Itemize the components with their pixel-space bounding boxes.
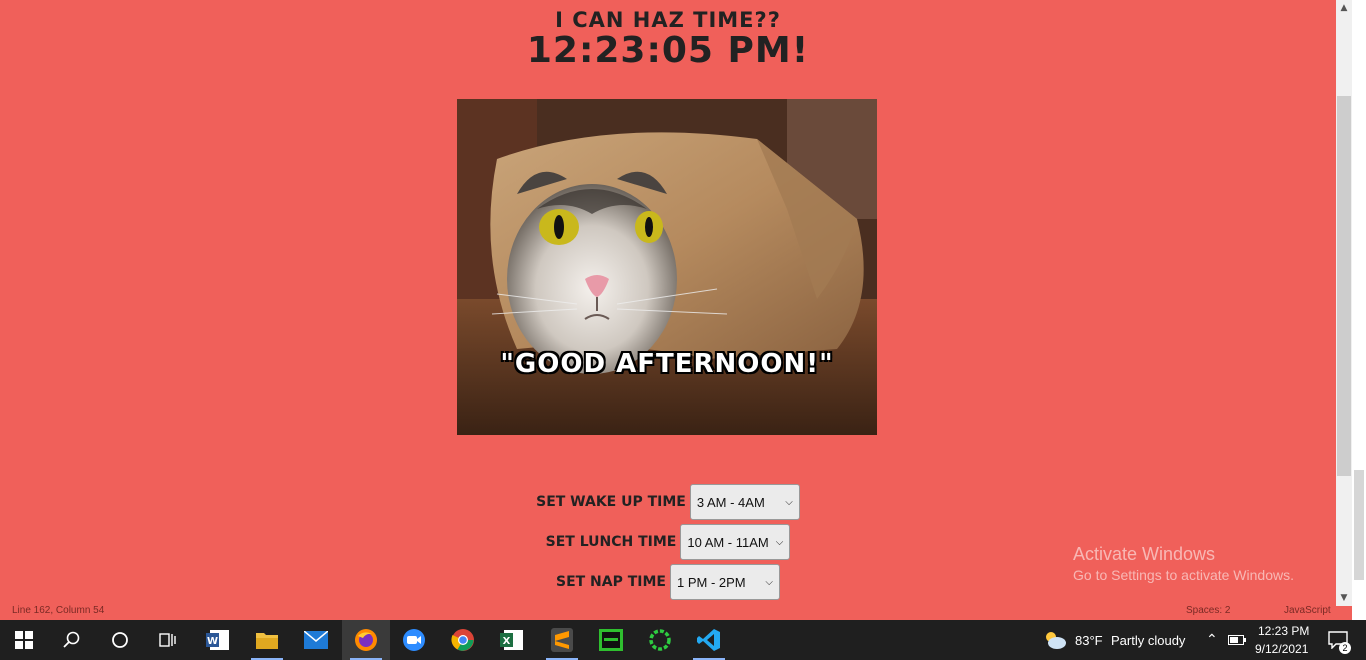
nap-time-select[interactable]: 1 PM - 2PM ⌵ bbox=[670, 564, 780, 600]
activate-subtitle: Go to Settings to activate Windows. bbox=[1073, 567, 1294, 583]
outer-scrollbar[interactable] bbox=[1352, 0, 1366, 620]
chrome-icon bbox=[451, 629, 474, 651]
scrollbar-thumb[interactable] bbox=[1337, 96, 1351, 476]
task-view-icon bbox=[159, 633, 176, 647]
svg-text:W: W bbox=[207, 636, 218, 647]
cortana-button[interactable] bbox=[96, 620, 144, 660]
scroll-up-arrow[interactable]: ▲ bbox=[1336, 0, 1352, 16]
wake-time-select[interactable]: 3 AM - 4AM ⌵ bbox=[689, 484, 800, 520]
clock-time[interactable]: 12:23 PM bbox=[1258, 624, 1309, 638]
chevron-down-icon: ⌵ bbox=[775, 537, 784, 548]
wake-time-label: SET WAKE UP TIME bbox=[536, 494, 686, 510]
page-content: I CAN HAZ TIME?? 12:23:05 PM! "GOOD AFTE… bbox=[0, 0, 1336, 620]
nap-time-value: 1 PM - 2PM bbox=[677, 575, 746, 590]
chevron-down-icon: ⌵ bbox=[765, 577, 773, 588]
lunch-time-label: SET LUNCH TIME bbox=[545, 534, 677, 550]
zoom-app[interactable] bbox=[390, 620, 438, 660]
sublime-icon bbox=[551, 628, 573, 652]
start-button[interactable] bbox=[0, 620, 48, 660]
page-scrollbar[interactable]: ▲ ▼ bbox=[1336, 0, 1352, 606]
mail-icon bbox=[304, 631, 328, 649]
excel-app[interactable]: X bbox=[488, 620, 536, 660]
search-button[interactable] bbox=[48, 620, 96, 660]
nap-time-label: SET NAP TIME bbox=[555, 574, 666, 590]
clock-display: 12:23:05 PM! bbox=[526, 30, 810, 71]
wake-time-value: 3 AM - 4AM bbox=[696, 495, 765, 510]
word-app[interactable]: W bbox=[194, 620, 242, 660]
firefox-icon bbox=[355, 629, 377, 651]
task-view-button[interactable] bbox=[144, 620, 192, 660]
meme-caption: "GOOD AFTERNOON!" bbox=[500, 349, 834, 379]
vscode-app[interactable] bbox=[685, 620, 733, 660]
outer-scrollbar-thumb[interactable] bbox=[1354, 470, 1364, 580]
chrome-app[interactable] bbox=[439, 620, 487, 660]
loading-icon bbox=[649, 629, 671, 651]
vscode-icon bbox=[697, 629, 720, 651]
activate-title: Activate Windows bbox=[1073, 544, 1216, 564]
indentation-setting[interactable]: Spaces: 2 bbox=[1186, 605, 1230, 616]
notification-count-badge: 2 bbox=[1339, 642, 1351, 654]
scroll-down-arrow[interactable]: ▼ bbox=[1336, 590, 1352, 606]
language-mode[interactable]: JavaScript bbox=[1284, 605, 1331, 616]
battery-icon bbox=[1228, 635, 1246, 645]
clock-date[interactable]: 9/12/2021 bbox=[1255, 642, 1308, 656]
lunch-time-value: 10 AM - 11AM bbox=[687, 535, 769, 550]
search-icon bbox=[63, 631, 80, 648]
chevron-down-icon: ⌵ bbox=[785, 497, 793, 508]
chevron-up-icon[interactable]: ⌃ bbox=[1206, 631, 1218, 648]
activate-windows-watermark: Activate Windows Go to Settings to activ… bbox=[1073, 544, 1294, 583]
word-icon: W bbox=[206, 630, 229, 650]
windows-taskbar: W X 83°F Partly cloudy ⌃ 12:23 PM 9/12/2… bbox=[0, 620, 1366, 660]
firefox-app[interactable] bbox=[342, 620, 390, 660]
cat-meme-image: "GOOD AFTERNOON!" bbox=[457, 99, 877, 435]
excel-icon: X bbox=[500, 630, 523, 650]
file-explorer-app[interactable] bbox=[243, 620, 291, 660]
zoom-icon bbox=[403, 629, 425, 651]
battery-button[interactable] bbox=[1226, 620, 1248, 660]
file-explorer-icon bbox=[256, 633, 278, 649]
mail-app[interactable] bbox=[292, 620, 340, 660]
page-subtitle: I CAN HAZ TIME?? bbox=[555, 8, 781, 32]
notification-center-button[interactable]: 2 bbox=[1318, 620, 1358, 660]
editor-statusbar: Line 162, Column 54 Spaces: 2 JavaScript bbox=[0, 604, 1336, 620]
cat-illustration bbox=[457, 99, 877, 435]
browser-viewport: I CAN HAZ TIME?? 12:23:05 PM! "GOOD AFTE… bbox=[0, 0, 1366, 620]
terminal-icon bbox=[599, 629, 623, 651]
weather-temperature[interactable]: 83°F bbox=[1075, 633, 1103, 648]
start-icon bbox=[15, 631, 33, 649]
lunch-time-select[interactable]: 10 AM - 11AM ⌵ bbox=[680, 524, 791, 560]
sublime-app[interactable] bbox=[538, 620, 586, 660]
weather-condition[interactable]: Partly cloudy bbox=[1111, 633, 1185, 648]
wake-time-row: SET WAKE UP TIME 3 AM - 4AM ⌵ bbox=[0, 484, 1336, 520]
partly-cloudy-icon bbox=[1046, 632, 1066, 649]
cortana-icon bbox=[112, 632, 128, 648]
weather-widget[interactable] bbox=[1040, 620, 1070, 660]
terminal-app[interactable] bbox=[587, 620, 635, 660]
svg-text:X: X bbox=[503, 636, 511, 647]
loading-app[interactable] bbox=[636, 620, 684, 660]
cursor-position[interactable]: Line 162, Column 54 bbox=[12, 605, 104, 616]
